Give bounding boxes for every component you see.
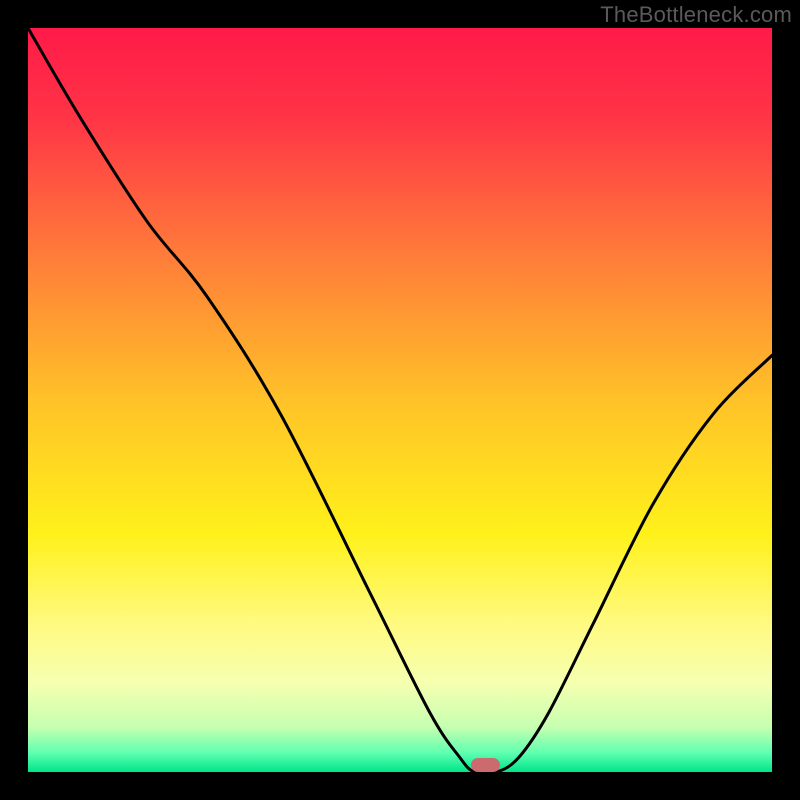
chart-frame: TheBottleneck.com <box>0 0 800 800</box>
watermark-text: TheBottleneck.com <box>600 2 792 28</box>
bottleneck-curve <box>28 28 772 772</box>
plot-area <box>28 28 772 772</box>
optimum-marker <box>471 758 501 772</box>
